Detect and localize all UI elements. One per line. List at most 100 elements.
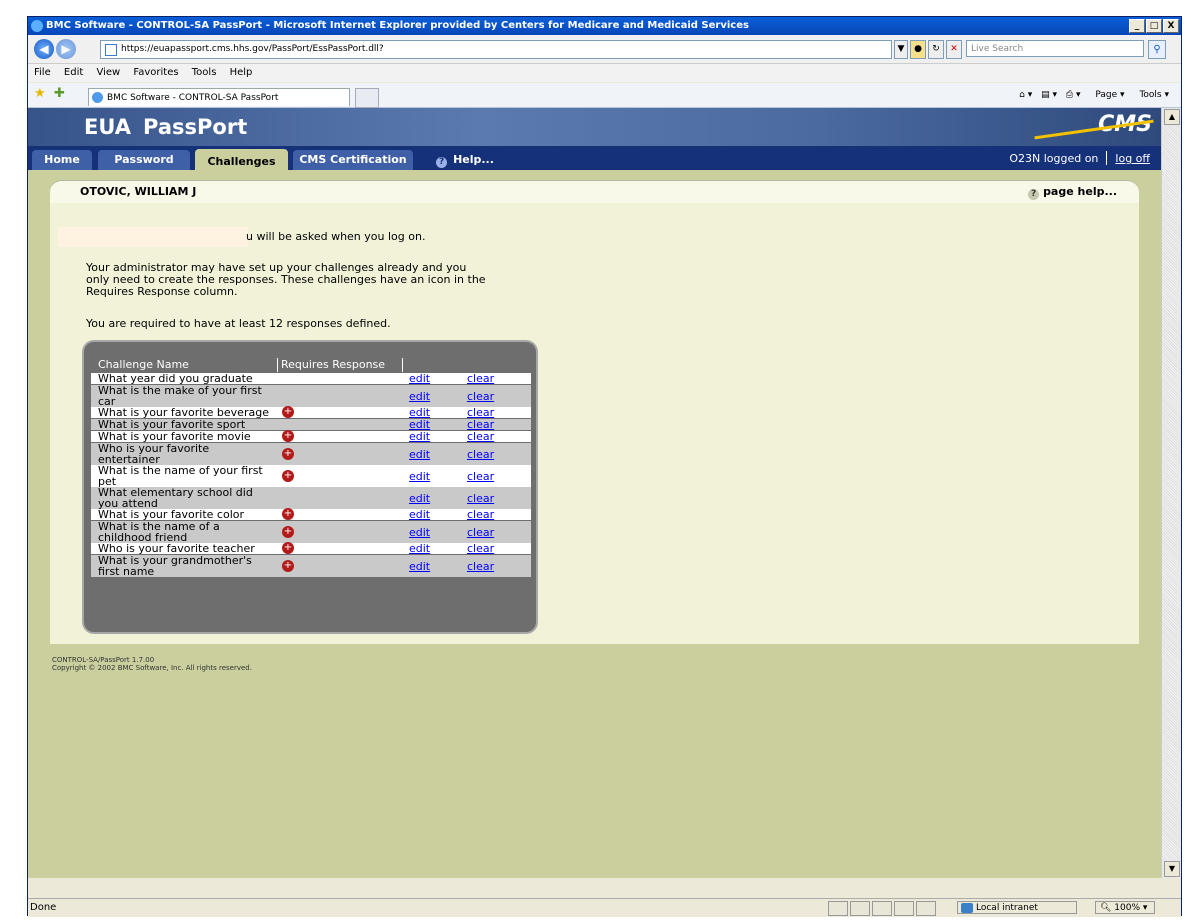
challenge-name-line: What year did you graduate	[98, 372, 253, 385]
clear-link[interactable]: clear	[467, 407, 494, 418]
required-icon: +	[282, 526, 294, 538]
add-favorite-icon[interactable]: ✚	[54, 87, 68, 101]
search-icon[interactable]: ⚲	[1148, 40, 1166, 59]
log-off-link[interactable]: log off	[1115, 152, 1150, 165]
challenge-name-line: What is the make of your first	[98, 384, 262, 397]
vertical-scrollbar[interactable]: ▲ ▼	[1161, 108, 1181, 878]
browser-tab-title: BMC Software - CONTROL-SA PassPort	[107, 93, 279, 103]
required-icon: +	[282, 430, 294, 442]
challenge-name: What is the name of your first pet	[98, 465, 276, 487]
feeds-icon[interactable]: ▤ ▾	[1041, 90, 1057, 100]
refresh-icon[interactable]: ↻	[928, 40, 944, 59]
home-icon[interactable]: ⌂ ▾	[1019, 90, 1032, 100]
edit-link[interactable]: edit	[409, 449, 430, 460]
back-arrow-icon[interactable]: ◀	[34, 39, 54, 59]
print-icon[interactable]: ⎙ ▾	[1066, 90, 1081, 100]
page-menu[interactable]: Page ▾	[1089, 90, 1124, 100]
edit-link[interactable]: edit	[409, 509, 430, 520]
security-zone[interactable]: Local intranet	[957, 901, 1077, 914]
tools-menu[interactable]: Tools ▾	[1133, 90, 1169, 100]
new-tab-button[interactable]	[355, 88, 379, 108]
address-dropdown-icon[interactable]: ▼	[894, 40, 908, 59]
tab-bar: ★ ✚ BMC Software - CONTROL-SA PassPort ⌂…	[28, 83, 1181, 108]
help-link[interactable]: ? Help...	[420, 150, 510, 170]
tab-home[interactable]: Home	[32, 150, 92, 170]
challenges-table-frame: Challenge Name Requires Response What ye…	[84, 342, 536, 632]
clear-link[interactable]: clear	[467, 449, 494, 460]
browser-tab[interactable]: BMC Software - CONTROL-SA PassPort	[88, 88, 350, 106]
scroll-up-icon[interactable]: ▲	[1164, 109, 1180, 125]
page-content: EUAPassPort CMS Home Password Challenges…	[28, 108, 1162, 878]
tab-challenges[interactable]: Challenges	[195, 149, 288, 172]
edit-link[interactable]: edit	[409, 561, 430, 572]
zoom-control[interactable]: 🔍︎ 100% ▾	[1095, 901, 1155, 914]
menu-file[interactable]: File	[34, 67, 51, 78]
edit-link[interactable]: edit	[409, 431, 430, 442]
app-title-eua: EUA	[84, 115, 132, 139]
user-name: OTOVIC, WILLIAM J	[80, 185, 197, 198]
clear-link[interactable]: clear	[467, 561, 494, 572]
menu-view[interactable]: View	[96, 67, 120, 78]
menu-edit[interactable]: Edit	[64, 67, 83, 78]
challenge-name-line: What is the name of your first	[98, 464, 263, 477]
close-button[interactable]: X	[1163, 19, 1179, 33]
header-requires-response: Requires Response	[281, 358, 386, 371]
table-row: What year did you graduate edit clear	[91, 373, 531, 384]
clear-link[interactable]: clear	[467, 527, 494, 538]
footer-version: CONTROL-SA/PassPort 1.7.00	[52, 656, 155, 664]
challenge-name-line: What is your favorite movie	[98, 430, 251, 443]
menu-help[interactable]: Help	[230, 67, 253, 78]
menu-tools[interactable]: Tools	[192, 67, 217, 78]
tab-cms-certification[interactable]: CMS Certification	[293, 150, 413, 170]
intranet-icon	[961, 903, 973, 913]
clear-link[interactable]: clear	[467, 543, 494, 554]
menu-bar: File Edit View Favorites Tools Help	[28, 64, 1181, 82]
challenge-name-line: What is your favorite color	[98, 508, 245, 521]
page-help-link[interactable]: ? page help...	[1028, 185, 1117, 200]
clear-link[interactable]: clear	[467, 509, 494, 520]
tab-password[interactable]: Password	[98, 150, 190, 170]
stop-icon[interactable]: ✕	[946, 40, 962, 59]
required-icon: +	[282, 560, 294, 572]
panel-header: OTOVIC, WILLIAM J ? page help...	[50, 180, 1139, 203]
divider	[1106, 151, 1108, 165]
clear-link[interactable]: clear	[467, 391, 494, 402]
clear-link[interactable]: clear	[467, 419, 494, 430]
table-row: What is your favorite movie + edit clear	[91, 430, 531, 443]
edit-link[interactable]: edit	[409, 391, 430, 402]
favorites-star-icon[interactable]: ★	[34, 87, 48, 101]
minimize-button[interactable]: _	[1129, 19, 1145, 33]
address-field[interactable]: https://euapassport.cms.hhs.gov/PassPort…	[100, 40, 892, 59]
lock-icon[interactable]: ●	[910, 40, 926, 59]
window-controls: _ □ X	[1129, 19, 1179, 33]
status-segment	[872, 901, 892, 916]
help-icon: ?	[436, 157, 448, 168]
clear-link[interactable]: clear	[467, 373, 494, 384]
forward-arrow-icon[interactable]: ▶	[56, 39, 76, 59]
edit-link[interactable]: edit	[409, 407, 430, 418]
page-icon	[105, 44, 117, 56]
edit-link[interactable]: edit	[409, 373, 430, 384]
clear-link[interactable]: clear	[467, 493, 494, 504]
table-row: What elementary school did you attend edit…	[91, 487, 531, 509]
edit-link[interactable]: edit	[409, 527, 430, 538]
challenge-name-line: What is your favorite beverage	[98, 406, 269, 419]
maximize-button[interactable]: □	[1146, 19, 1162, 33]
edit-link[interactable]: edit	[409, 543, 430, 554]
table-row: What is the make of your first car edit cle…	[91, 385, 531, 407]
scroll-down-icon[interactable]: ▼	[1164, 861, 1180, 877]
redacted-text	[58, 227, 248, 247]
logged-on-text: O23N logged on	[1009, 152, 1099, 165]
menu-favorites[interactable]: Favorites	[133, 67, 178, 78]
search-input[interactable]: Live Search	[966, 40, 1144, 57]
challenge-name: What year did you graduate	[98, 373, 276, 384]
table-row: What is your grandmother's first name + edi…	[91, 555, 531, 577]
edit-link[interactable]: edit	[409, 419, 430, 430]
browser-window: BMC Software - CONTROL-SA PassPort - Mic…	[27, 16, 1182, 917]
clear-link[interactable]: clear	[467, 471, 494, 482]
requires-response-cell: +	[282, 406, 296, 420]
clear-link[interactable]: clear	[467, 431, 494, 442]
edit-link[interactable]: edit	[409, 493, 430, 504]
edit-link[interactable]: edit	[409, 471, 430, 482]
challenge-name: What is your grandmother's first name	[98, 555, 276, 577]
